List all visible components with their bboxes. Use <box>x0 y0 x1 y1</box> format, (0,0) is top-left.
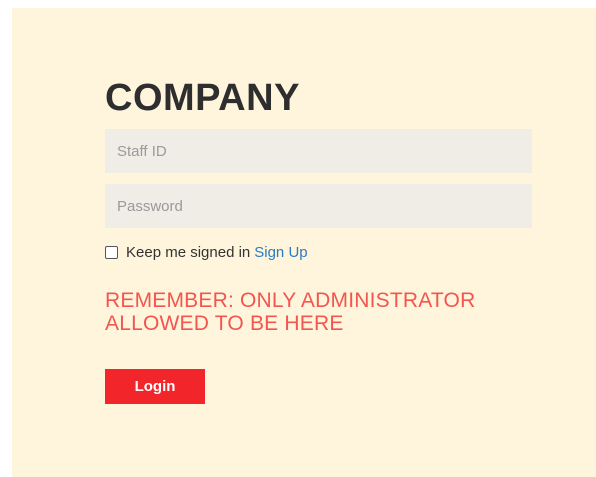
login-panel: COMPANY Keep me signed in Sign Up REMEMB… <box>12 8 596 477</box>
remember-checkbox[interactable] <box>105 245 118 259</box>
brand-title: COMPANY <box>105 77 300 119</box>
remember-row: Keep me signed in Sign Up <box>105 243 532 261</box>
password-input[interactable] <box>105 184 532 228</box>
warning-line-2: ALLOWED TO BE HERE <box>105 312 344 335</box>
login-form: COMPANY Keep me signed in Sign Up REMEMB… <box>105 76 532 404</box>
staff-id-input[interactable] <box>105 129 532 173</box>
signup-link[interactable]: Sign Up <box>254 244 307 261</box>
warning-line-1: REMEMBER: ONLY ADMINISTRATOR <box>105 289 476 312</box>
admin-warning: REMEMBER: ONLY ADMINISTRATOR ALLOWED TO … <box>105 289 532 335</box>
login-button[interactable]: Login <box>105 369 205 404</box>
remember-label[interactable]: Keep me signed in <box>126 244 250 261</box>
